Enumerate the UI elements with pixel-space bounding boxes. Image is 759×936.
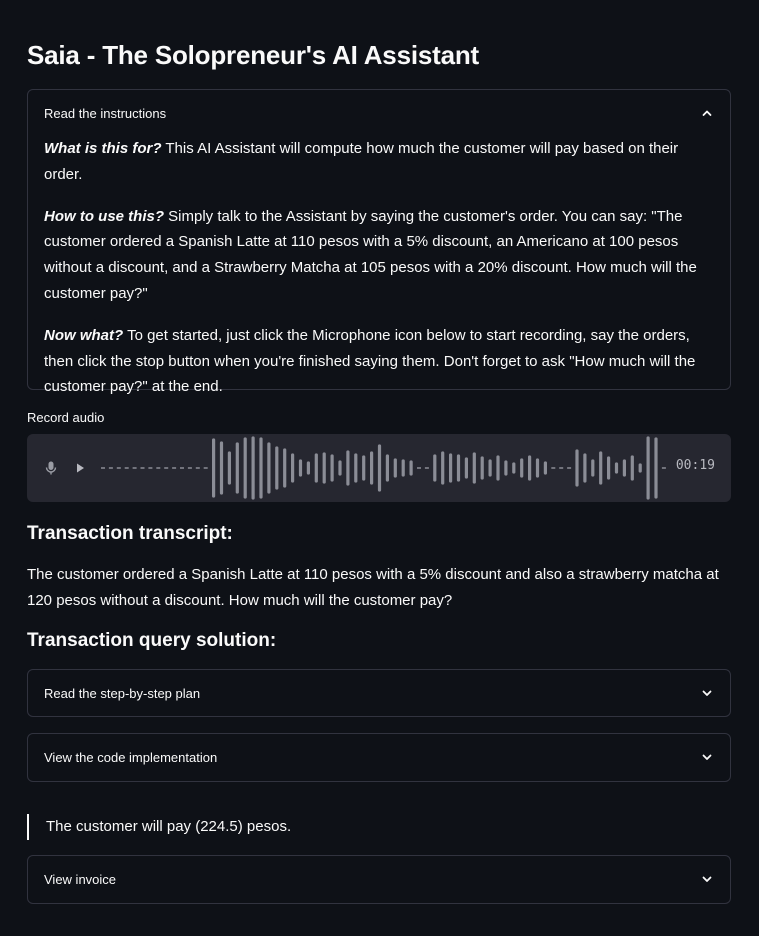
instructions-paragraph: Now what? To get started, just click the… [44,323,714,400]
invoice-expander-header[interactable]: View invoice [28,856,730,902]
solution-heading: Transaction query solution: [27,630,277,651]
chevron-up-icon [700,106,714,120]
answer-quote: The customer will pay (224.5) pesos. [27,814,291,840]
play-icon[interactable] [72,460,88,476]
instructions-lead: What is this for? [44,140,162,157]
plan-expander[interactable]: Read the step-by-step plan [27,669,731,717]
chevron-down-icon [700,872,714,886]
instructions-expander: Read the instructions What is this for? … [27,89,731,395]
instructions-paragraph: How to use this? Simply talk to the Assi… [44,204,714,307]
code-expander-header[interactable]: View the code implementation [28,734,730,780]
microphone-icon[interactable] [43,460,59,476]
code-header-label: View the code implementation [44,749,218,765]
instructions-text: To get started, just click the Microphon… [44,326,696,396]
invoice-header-label: View invoice [44,871,117,887]
instructions-header-label: Read the instructions [44,105,167,121]
plan-header-label: Read the step-by-step plan [44,685,201,701]
instructions-expander-header[interactable]: Read the instructions [28,90,730,136]
transcript-heading: Transaction transcript: [27,523,233,544]
audio-recorder: 00:19 [27,434,731,502]
chevron-down-icon [700,750,714,764]
transcript-text: The customer ordered a Spanish Latte at … [27,566,719,609]
audio-timer: 00:19 [675,458,715,473]
instructions-lead: Now what? [44,326,124,344]
chevron-down-icon [700,686,714,700]
record-audio-label: Record audio [27,410,105,425]
instructions-body: What is this for? This AI Assistant will… [28,136,730,400]
invoice-expander[interactable]: View invoice [27,855,731,904]
audio-waveform[interactable] [99,434,669,502]
plan-expander-header[interactable]: Read the step-by-step plan [28,670,730,716]
page-title: Saia - The Solopreneur's AI Assistant [27,40,479,70]
instructions-paragraph: What is this for? This AI Assistant will… [44,136,714,188]
instructions-lead: How to use this? [44,207,164,225]
code-expander[interactable]: View the code implementation [27,733,731,782]
